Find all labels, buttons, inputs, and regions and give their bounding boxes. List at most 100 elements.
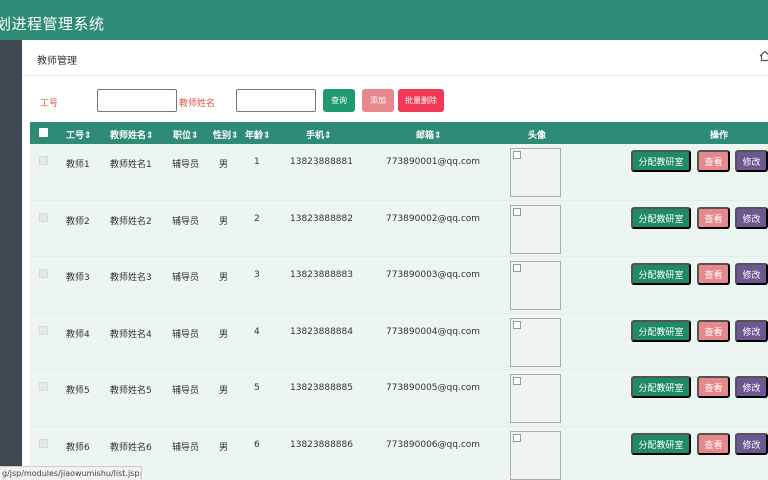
cell-position: 辅导员 xyxy=(172,386,200,396)
view-button[interactable]: 查看 xyxy=(697,206,730,229)
cell-name: 教师姓名3 xyxy=(110,273,152,283)
avatar xyxy=(510,204,561,254)
table-row: 教师5 教师姓名5 辅导员 男 5 13823888885 773890005@… xyxy=(30,370,768,427)
teacher-name-input[interactable] xyxy=(236,89,316,112)
page-header: 教师管理 xyxy=(22,40,768,76)
avatar xyxy=(510,148,561,197)
table-row: 教师3 教师姓名3 辅导员 男 3 13823888883 773890003@… xyxy=(30,257,768,314)
teacher-id-label: 工号 xyxy=(40,99,59,109)
row-checkbox[interactable] xyxy=(39,382,48,391)
sort-icon: ⇕ xyxy=(84,131,92,141)
cell-position: 辅导员 xyxy=(172,273,200,283)
cell-gender: 男 xyxy=(219,329,229,340)
cell-gender: 男 xyxy=(219,160,229,170)
table-row: 教师2 教师姓名2 辅导员 男 2 13823888882 773890002@… xyxy=(30,200,768,257)
cell-position: 辅导员 xyxy=(172,216,200,227)
main-content: 教师管理 工号 教师姓名 查询 添加 批量删除 工号⇕ 教师姓名⇕ 职位⇕ 性别… xyxy=(22,40,768,480)
broken-image-icon xyxy=(513,320,521,329)
cell-email: 773890004@qq.com xyxy=(386,326,481,337)
cell-gender: 男 xyxy=(219,442,229,453)
cell-age: 5 xyxy=(254,383,260,393)
table-header: 工号⇕ 教师姓名⇕ 职位⇕ 性别⇕ 年龄⇕ 手机⇕ 邮箱⇕ 头像 操作 xyxy=(30,122,768,144)
header-actions: 操作 xyxy=(710,131,729,141)
avatar xyxy=(510,317,561,367)
row-checkbox[interactable] xyxy=(39,438,48,448)
add-button[interactable]: 添加 xyxy=(362,89,394,112)
row-checkbox[interactable] xyxy=(39,212,48,222)
view-button[interactable]: 查看 xyxy=(697,432,730,455)
broken-image-icon xyxy=(513,264,521,272)
header-position[interactable]: 职位⇕ xyxy=(173,128,199,141)
app-title: 划进程管理系统 xyxy=(0,15,105,33)
cell-id: 教师6 xyxy=(66,442,90,453)
edit-button[interactable]: 修改 xyxy=(735,206,768,229)
cell-phone: 13823888881 xyxy=(290,157,353,167)
assign-office-button[interactable]: 分配教研室 xyxy=(631,376,691,398)
home-icon[interactable] xyxy=(759,50,768,62)
cell-name: 教师姓名2 xyxy=(110,216,152,227)
app-header: 划进程管理系统 xyxy=(0,0,768,40)
cell-id: 教师4 xyxy=(66,329,90,340)
query-button[interactable]: 查询 xyxy=(323,89,355,112)
row-checkbox[interactable] xyxy=(39,325,48,335)
cell-phone: 13823888885 xyxy=(290,383,353,393)
broken-image-icon xyxy=(513,207,521,216)
page-title: 教师管理 xyxy=(37,56,77,67)
header-age[interactable]: 年龄⇕ xyxy=(245,128,271,141)
table-row: 教师1 教师姓名1 辅导员 男 1 13823888881 773890001@… xyxy=(30,144,768,201)
edit-button[interactable]: 修改 xyxy=(735,150,768,172)
cell-name: 教师姓名4 xyxy=(110,329,152,340)
assign-office-button[interactable]: 分配教研室 xyxy=(631,263,691,285)
table-row: 教师4 教师姓名4 辅导员 男 4 13823888884 773890004@… xyxy=(30,313,768,370)
header-name[interactable]: 教师姓名⇕ xyxy=(110,128,154,141)
cell-gender: 男 xyxy=(219,386,229,396)
cell-gender: 男 xyxy=(219,273,229,283)
assign-office-button[interactable]: 分配教研室 xyxy=(631,206,691,229)
header-phone[interactable]: 手机⇕ xyxy=(306,128,332,141)
row-checkbox[interactable] xyxy=(39,269,48,278)
sort-icon: ⇕ xyxy=(191,131,199,141)
header-id[interactable]: 工号⇕ xyxy=(66,128,92,141)
header-avatar: 头像 xyxy=(528,131,547,141)
assign-office-button[interactable]: 分配教研室 xyxy=(631,150,691,172)
cell-phone: 13823888884 xyxy=(290,326,353,337)
cell-age: 4 xyxy=(254,326,260,337)
cell-age: 1 xyxy=(254,157,260,167)
view-button[interactable]: 查看 xyxy=(697,319,730,342)
header-email[interactable]: 邮箱⇕ xyxy=(416,128,442,141)
cell-email: 773890002@qq.com xyxy=(386,213,481,224)
row-checkbox[interactable] xyxy=(39,156,48,165)
batch-delete-button[interactable]: 批量删除 xyxy=(398,89,444,112)
cell-phone: 13823888883 xyxy=(290,270,353,280)
header-gender[interactable]: 性别⇕ xyxy=(213,128,239,141)
avatar xyxy=(510,374,561,423)
cell-id: 教师3 xyxy=(66,273,90,283)
view-button[interactable]: 查看 xyxy=(697,376,730,398)
teacher-id-input[interactable] xyxy=(97,89,177,112)
cell-age: 6 xyxy=(254,439,260,450)
cell-email: 773890001@qq.com xyxy=(386,157,481,167)
cell-position: 辅导员 xyxy=(172,329,200,340)
view-button[interactable]: 查看 xyxy=(697,150,730,172)
cell-position: 辅导员 xyxy=(172,160,200,170)
cell-id: 教师5 xyxy=(66,386,90,396)
assign-office-button[interactable]: 分配教研室 xyxy=(631,319,691,342)
cell-id: 教师2 xyxy=(66,216,90,227)
cell-name: 教师姓名1 xyxy=(110,160,152,170)
broken-image-icon xyxy=(513,151,521,159)
assign-office-button[interactable]: 分配教研室 xyxy=(631,432,691,455)
edit-button[interactable]: 修改 xyxy=(735,263,768,285)
edit-button[interactable]: 修改 xyxy=(735,432,768,455)
cell-gender: 男 xyxy=(219,216,229,227)
select-all-checkbox[interactable] xyxy=(39,128,48,137)
teacher-name-label: 教师姓名 xyxy=(179,99,216,109)
sort-icon: ⇕ xyxy=(434,131,442,141)
sort-icon: ⇕ xyxy=(324,131,332,141)
teacher-table: 工号⇕ 教师姓名⇕ 职位⇕ 性别⇕ 年龄⇕ 手机⇕ 邮箱⇕ 头像 操作 教师1 … xyxy=(30,122,768,480)
cell-id: 教师1 xyxy=(66,160,90,170)
broken-image-icon xyxy=(513,433,521,442)
edit-button[interactable]: 修改 xyxy=(735,319,768,342)
edit-button[interactable]: 修改 xyxy=(735,376,768,398)
sidebar xyxy=(0,40,22,480)
view-button[interactable]: 查看 xyxy=(697,263,730,285)
